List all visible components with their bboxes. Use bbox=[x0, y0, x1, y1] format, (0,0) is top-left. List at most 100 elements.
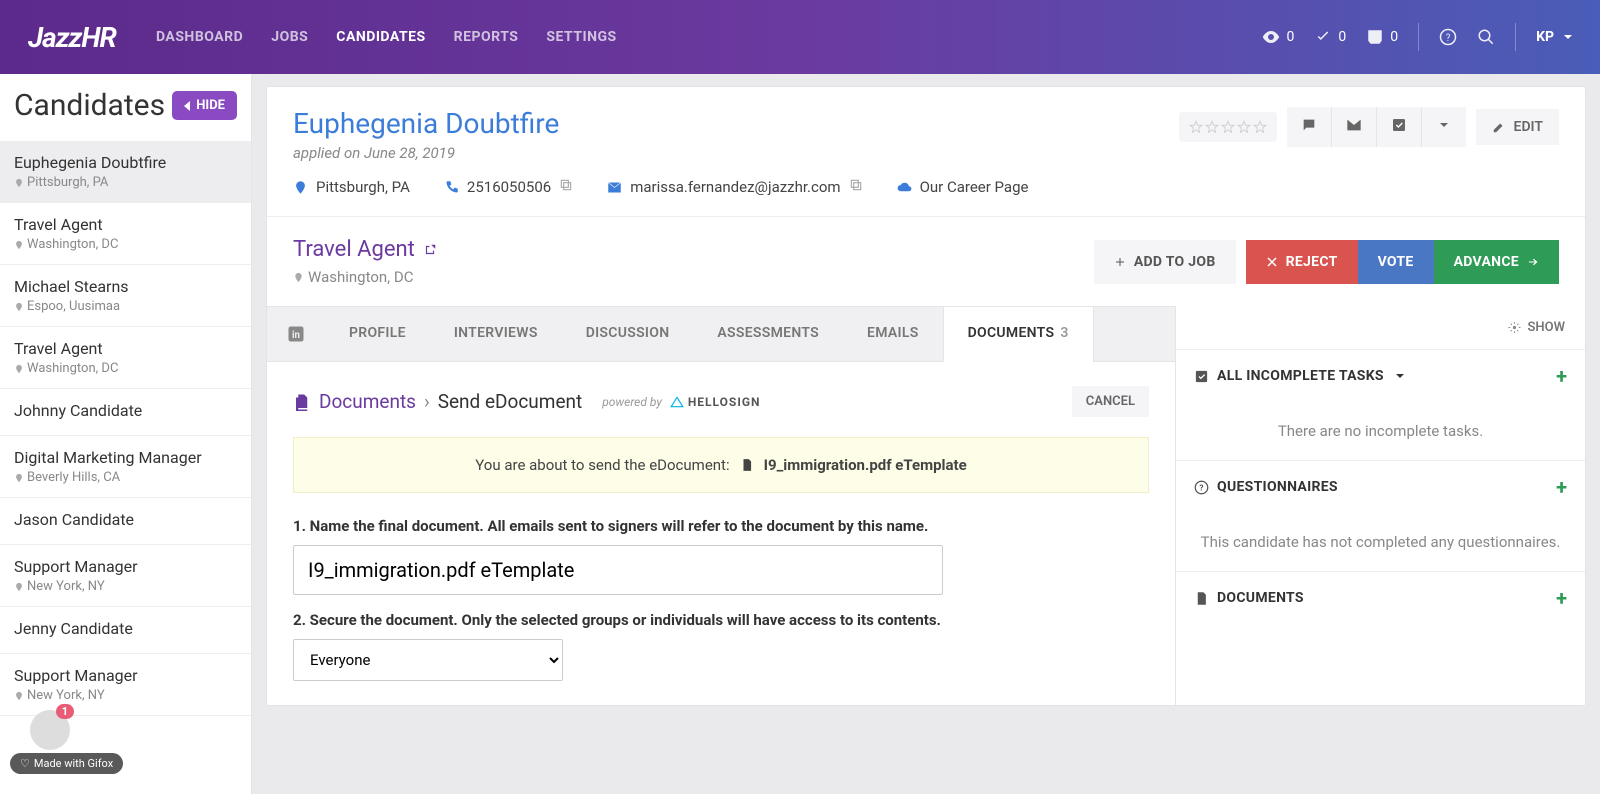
help-icon: ? bbox=[1194, 480, 1209, 495]
tab-emails[interactable]: EMAILS bbox=[843, 307, 943, 361]
task-button[interactable] bbox=[1377, 107, 1422, 147]
pin-icon bbox=[14, 691, 24, 701]
tab-interviews[interactable]: INTERVIEWS bbox=[430, 307, 562, 361]
tasks-section-header[interactable]: ALL INCOMPLETE TASKS bbox=[1194, 368, 1404, 384]
brand-logo[interactable]: JazzHR bbox=[28, 21, 116, 54]
phone-info[interactable]: 2516050506 bbox=[444, 178, 573, 196]
right-panel: SHOW ALL INCOMPLETE TASKS + There are no… bbox=[1175, 306, 1585, 705]
rating-stars[interactable] bbox=[1179, 112, 1277, 142]
copy-phone-button[interactable] bbox=[559, 178, 573, 196]
check-icon bbox=[1314, 28, 1332, 46]
star-icon bbox=[1205, 120, 1219, 134]
hide-sidebar-button[interactable]: HIDE bbox=[172, 91, 237, 120]
candidate-list-item[interactable]: Johnny Candidate bbox=[0, 389, 251, 436]
nav-reports[interactable]: REPORTS bbox=[454, 29, 519, 45]
job-title-link[interactable]: Travel Agent bbox=[293, 237, 437, 262]
candidate-name-heading[interactable]: Euphegenia Doubtfire bbox=[293, 107, 559, 140]
add-to-job-button[interactable]: ADD TO JOB bbox=[1094, 240, 1236, 284]
candidate-list-item[interactable]: Jason Candidate bbox=[0, 498, 251, 545]
svg-text:?: ? bbox=[1446, 33, 1451, 44]
step-1-label: 1. Name the final document. All emails s… bbox=[293, 517, 1149, 535]
candidate-name: Jenny Candidate bbox=[14, 619, 237, 638]
plus-icon bbox=[1114, 256, 1126, 268]
more-dropdown[interactable] bbox=[1422, 107, 1466, 147]
divider bbox=[1515, 23, 1516, 51]
email-info[interactable]: marissa.fernandez@jazzhr.com bbox=[607, 178, 862, 196]
breadcrumb-documents-link[interactable]: Documents bbox=[319, 390, 416, 413]
nav-dashboard[interactable]: DASHBOARD bbox=[156, 29, 243, 45]
notification-count: 1 bbox=[56, 704, 74, 719]
copy-icon bbox=[559, 178, 573, 192]
candidate-list-item[interactable]: Jenny Candidate bbox=[0, 607, 251, 654]
add-task-button[interactable]: + bbox=[1556, 364, 1567, 388]
search-button[interactable] bbox=[1477, 28, 1495, 46]
comment-button[interactable] bbox=[1287, 107, 1332, 147]
star-icon bbox=[1237, 120, 1251, 134]
candidate-list-item[interactable]: Support Manager New York, NY bbox=[0, 545, 251, 607]
sidebar: Candidates HIDE Euphegenia Doubtfire Pit… bbox=[0, 74, 252, 794]
inbox-icon bbox=[1366, 28, 1384, 46]
powered-by-label: powered by bbox=[602, 395, 662, 409]
candidate-loc: Washington, DC bbox=[27, 361, 118, 376]
file-icon bbox=[740, 458, 754, 472]
candidate-list-item[interactable]: Euphegenia Doubtfire Pittsburgh, PA bbox=[0, 141, 251, 203]
edit-button[interactable]: EDIT bbox=[1476, 109, 1559, 145]
stat-inbox[interactable]: 0 bbox=[1366, 28, 1398, 46]
nav-jobs[interactable]: JOBS bbox=[271, 29, 308, 45]
breadcrumb: Documents › Send eDocument powered by HE… bbox=[293, 390, 760, 413]
candidate-list-item[interactable]: Michael Stearns Espoo, Uusimaa bbox=[0, 265, 251, 327]
tab-discussion[interactable]: DISCUSSION bbox=[562, 307, 694, 361]
candidate-list-item[interactable]: Travel Agent Washington, DC bbox=[0, 327, 251, 389]
nav-candidates[interactable]: CANDIDATES bbox=[336, 29, 425, 45]
show-toggle[interactable]: SHOW bbox=[1176, 306, 1585, 349]
breadcrumb-current: Send eDocument bbox=[438, 390, 583, 413]
made-with-badge: ♡ Made with Gifox bbox=[10, 753, 123, 774]
envelope-icon bbox=[607, 180, 622, 195]
candidate-name: Travel Agent bbox=[14, 339, 237, 358]
stat-inbox-count: 0 bbox=[1390, 29, 1398, 45]
pin-icon bbox=[14, 364, 24, 374]
stat-views[interactable]: 0 bbox=[1262, 28, 1294, 46]
candidate-tabs: in PROFILE INTERVIEWS DISCUSSION ASSESSM… bbox=[267, 306, 1175, 362]
candidate-list-item[interactable]: Travel Agent Washington, DC bbox=[0, 203, 251, 265]
nav-settings[interactable]: SETTINGS bbox=[546, 29, 616, 45]
star-icon bbox=[1253, 120, 1267, 134]
avatar-badge[interactable]: 1 bbox=[30, 710, 70, 750]
documents-section-header[interactable]: DOCUMENTS bbox=[1194, 590, 1304, 606]
email-button[interactable] bbox=[1332, 107, 1377, 147]
stat-checks[interactable]: 0 bbox=[1314, 28, 1346, 46]
copy-email-button[interactable] bbox=[849, 178, 863, 196]
advance-button[interactable]: ADVANCE bbox=[1434, 240, 1559, 284]
pin-icon bbox=[293, 272, 304, 283]
arrow-right-icon bbox=[1527, 256, 1539, 268]
tab-assessments[interactable]: ASSESSMENTS bbox=[693, 307, 843, 361]
location-info: Pittsburgh, PA bbox=[293, 178, 410, 196]
candidate-name: Support Manager bbox=[14, 557, 237, 576]
copy-icon bbox=[849, 178, 863, 192]
topbar-right: 0 0 0 ? KP bbox=[1262, 23, 1572, 51]
help-button[interactable]: ? bbox=[1439, 28, 1457, 46]
candidate-loc: Pittsburgh, PA bbox=[27, 175, 108, 190]
gear-icon bbox=[1508, 321, 1521, 334]
pin-icon bbox=[14, 302, 24, 312]
candidate-list-item[interactable]: Support Manager New York, NY bbox=[0, 654, 251, 716]
candidate-name: Euphegenia Doubtfire bbox=[14, 153, 237, 172]
add-document-button[interactable]: + bbox=[1556, 586, 1567, 610]
reject-button[interactable]: REJECT bbox=[1246, 240, 1358, 284]
tab-documents[interactable]: DOCUMENTS3 bbox=[943, 307, 1094, 362]
tab-profile[interactable]: PROFILE bbox=[325, 307, 430, 361]
add-questionnaire-button[interactable]: + bbox=[1556, 475, 1567, 499]
candidate-name: Johnny Candidate bbox=[14, 401, 237, 420]
hellosign-icon bbox=[670, 395, 684, 409]
cancel-button[interactable]: CANCEL bbox=[1072, 386, 1149, 417]
secure-select[interactable]: Everyone bbox=[293, 639, 563, 681]
document-name-input[interactable] bbox=[293, 545, 943, 595]
questionnaires-section-header[interactable]: ? QUESTIONNAIRES bbox=[1194, 479, 1338, 495]
pin-icon bbox=[14, 178, 24, 188]
phone-icon bbox=[444, 180, 459, 195]
linkedin-tab[interactable]: in bbox=[267, 307, 325, 361]
vote-button[interactable]: VOTE bbox=[1358, 240, 1434, 284]
candidate-list-item[interactable]: Digital Marketing Manager Beverly Hills,… bbox=[0, 436, 251, 498]
job-location: Washington, DC bbox=[293, 268, 437, 286]
user-menu[interactable]: KP bbox=[1536, 29, 1572, 45]
